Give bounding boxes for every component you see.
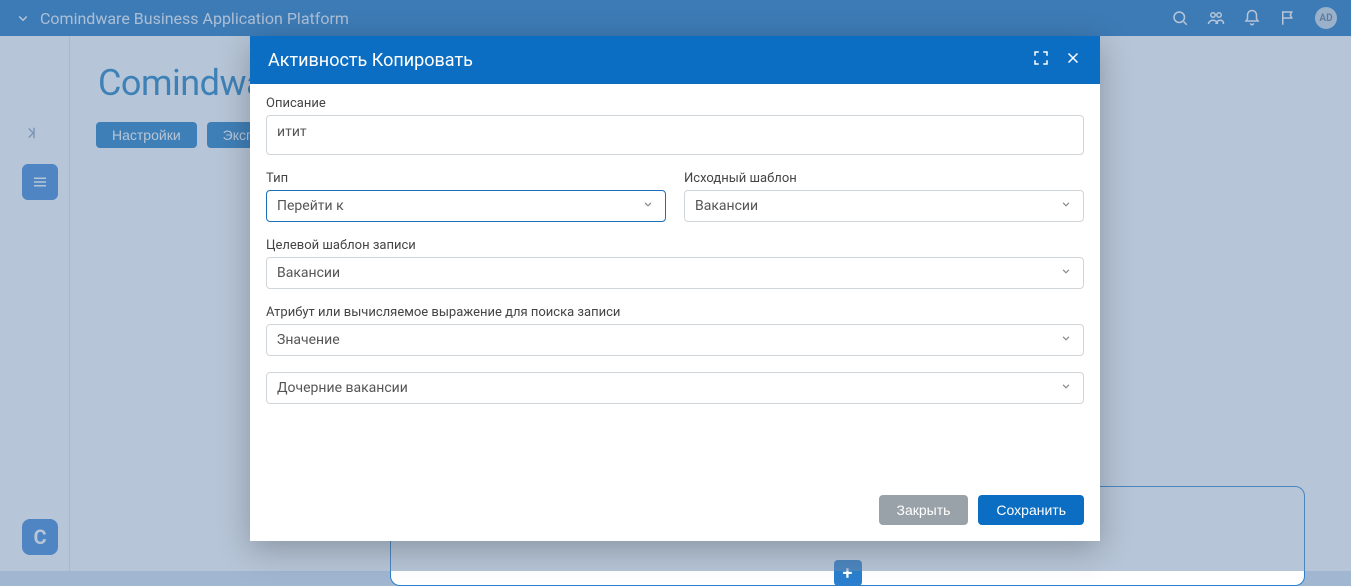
save-button[interactable]: Сохранить: [978, 495, 1084, 525]
type-label: Тип: [266, 171, 666, 186]
chevron-down-icon: [1059, 197, 1073, 215]
extra-select[interactable]: Дочерние вакансии: [266, 372, 1084, 404]
chevron-down-icon: [1059, 264, 1073, 282]
chevron-down-icon: [641, 197, 655, 215]
field-type: Тип Перейти к: [266, 171, 666, 222]
field-target-template: Целевой шаблон записи Вакансии: [266, 238, 1084, 289]
source-template-value: Вакансии: [695, 198, 758, 214]
attribute-expr-select[interactable]: Значение: [266, 324, 1084, 356]
description-input[interactable]: итит: [266, 115, 1084, 155]
chevron-down-icon: [1059, 331, 1073, 349]
target-template-select[interactable]: Вакансии: [266, 257, 1084, 289]
modal-body: Описание итит Тип Перейти к Исходный шаб…: [250, 84, 1100, 483]
expand-icon[interactable]: [1032, 49, 1050, 71]
modal-title: Активность Копировать: [268, 50, 473, 71]
modal-footer: Закрыть Сохранить: [250, 483, 1100, 541]
attribute-expr-value: Значение: [277, 332, 340, 348]
source-template-select[interactable]: Вакансии: [684, 190, 1084, 222]
modal-dialog: Активность Копировать Описание итит Тип …: [250, 36, 1100, 541]
source-template-label: Исходный шаблон: [684, 171, 1084, 186]
description-value: итит: [277, 124, 307, 140]
field-source-template: Исходный шаблон Вакансии: [684, 171, 1084, 222]
target-template-label: Целевой шаблон записи: [266, 238, 1084, 253]
target-template-value: Вакансии: [277, 265, 340, 281]
type-value: Перейти к: [277, 198, 344, 214]
attribute-expr-label: Атрибут или вычисляемое выражение для по…: [266, 305, 1084, 320]
description-label: Описание: [266, 96, 1084, 111]
field-attribute-expr: Атрибут или вычисляемое выражение для по…: [266, 305, 1084, 356]
type-select[interactable]: Перейти к: [266, 190, 666, 222]
extra-select-value: Дочерние вакансии: [277, 380, 408, 396]
close-icon[interactable]: [1064, 49, 1082, 71]
chevron-down-icon: [1059, 379, 1073, 397]
field-description: Описание итит: [266, 96, 1084, 155]
modal-header: Активность Копировать: [250, 36, 1100, 84]
close-button[interactable]: Закрыть: [879, 495, 969, 525]
